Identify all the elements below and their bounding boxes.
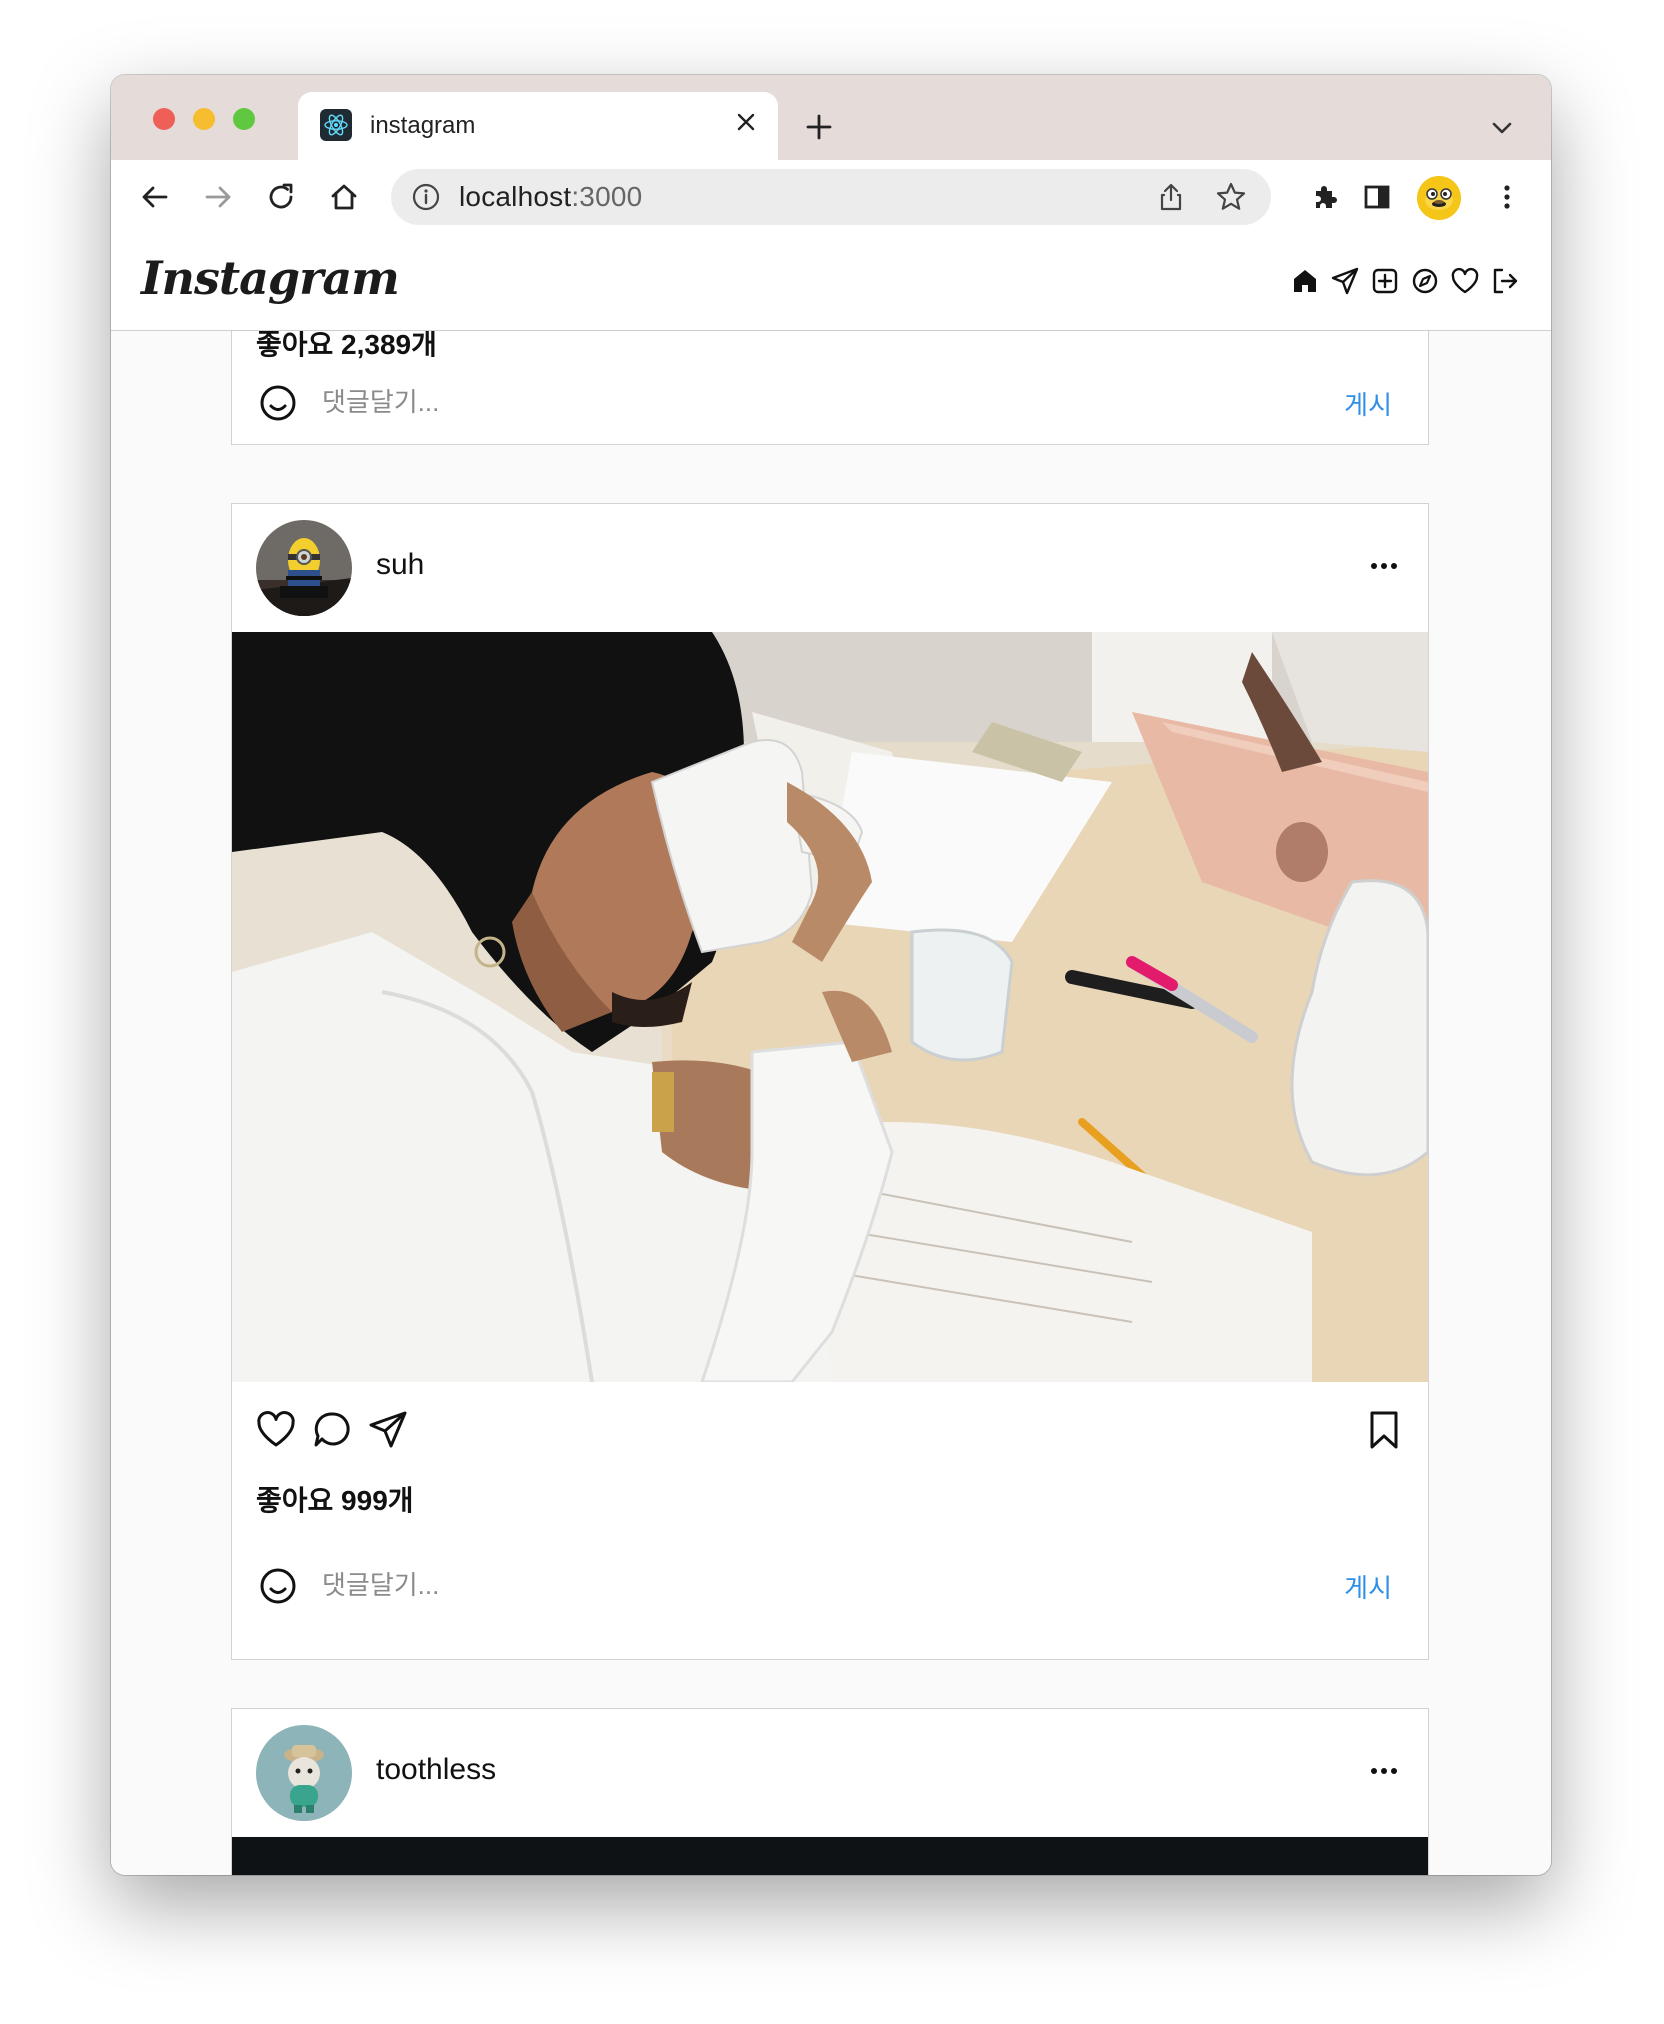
close-window-button[interactable] (153, 108, 175, 130)
app-logo[interactable]: Instagram (141, 251, 400, 305)
extensions-puzzle-icon[interactable] (1307, 179, 1343, 215)
comment-bubble-icon[interactable] (310, 1408, 354, 1452)
avatar[interactable] (256, 1725, 352, 1821)
reload-icon[interactable] (263, 179, 299, 215)
more-options-icon[interactable] (1366, 556, 1402, 576)
url-text: localhost:3000 (459, 181, 643, 212)
post-comment-button[interactable]: 게시 (1344, 1568, 1392, 1605)
kebab-menu-icon[interactable] (1489, 179, 1525, 215)
more-options-icon[interactable] (1366, 1761, 1402, 1781)
explore-icon[interactable] (1409, 265, 1441, 297)
side-panel-icon[interactable] (1359, 179, 1395, 215)
address-bar[interactable]: localhost:3000 (391, 169, 1271, 225)
browser-window: instagram localhost:3000 Instagram 좋아요 2… (111, 75, 1551, 1875)
post-card: toothless (231, 1708, 1429, 1875)
logout-icon[interactable] (1489, 265, 1521, 297)
comment-input[interactable] (320, 1562, 1224, 1608)
like-heart-icon[interactable] (254, 1408, 298, 1452)
post-username[interactable]: toothless (376, 1753, 496, 1787)
forward-arrow-icon[interactable] (200, 179, 236, 215)
new-tab-icon[interactable] (801, 109, 837, 145)
post-username[interactable]: suh (376, 548, 424, 582)
bookmark-star-icon[interactable] (1215, 181, 1247, 213)
like-count: 좋아요 2,389개 (256, 330, 437, 360)
react-icon (320, 109, 352, 141)
browser-tab[interactable]: instagram (298, 92, 778, 160)
activity-icon[interactable] (1449, 265, 1481, 297)
direct-icon[interactable] (1329, 265, 1361, 297)
share-plane-icon[interactable] (366, 1408, 410, 1452)
minimize-window-button[interactable] (193, 108, 215, 130)
close-tab-icon[interactable] (730, 106, 762, 138)
new-post-icon[interactable] (1369, 265, 1401, 297)
comment-form: 게시 (232, 1560, 1428, 1610)
home-page-icon[interactable] (326, 179, 362, 215)
tab-strip: instagram (111, 75, 1551, 160)
app-nav (1289, 265, 1521, 297)
post-photo[interactable] (232, 1837, 1428, 1875)
chevron-down-icon[interactable] (1489, 115, 1515, 141)
app-header: Instagram (111, 235, 1551, 331)
home-icon[interactable] (1289, 265, 1321, 297)
post-actions (232, 1404, 1428, 1454)
post-photo[interactable] (232, 632, 1428, 1382)
browser-toolbar: localhost:3000 (111, 160, 1551, 236)
avatar[interactable] (256, 520, 352, 616)
comment-input[interactable] (320, 379, 1224, 425)
profile-avatar[interactable] (1417, 176, 1461, 220)
zoom-window-button[interactable] (233, 108, 255, 130)
comment-form: 게시 (232, 377, 1428, 427)
tab-title: instagram (370, 112, 476, 139)
emoji-icon[interactable] (258, 383, 298, 423)
post-card: 좋아요 2,389개 게시 (231, 330, 1429, 445)
like-count: 좋아요 999개 (256, 1485, 414, 1516)
post-comment-button[interactable]: 게시 (1344, 385, 1392, 422)
post-header: suh (232, 504, 1428, 632)
bookmark-icon[interactable] (1362, 1408, 1406, 1452)
post-header: toothless (232, 1709, 1428, 1837)
post-card: suh 좋아요 999개 댓글달기... 게시 (231, 503, 1429, 1660)
site-info-icon[interactable] (411, 182, 441, 212)
feed[interactable]: 좋아요 2,389개 게시 (111, 330, 1551, 1875)
share-icon[interactable] (1155, 181, 1187, 213)
emoji-icon[interactable] (258, 1566, 298, 1606)
back-arrow-icon[interactable] (137, 179, 173, 215)
